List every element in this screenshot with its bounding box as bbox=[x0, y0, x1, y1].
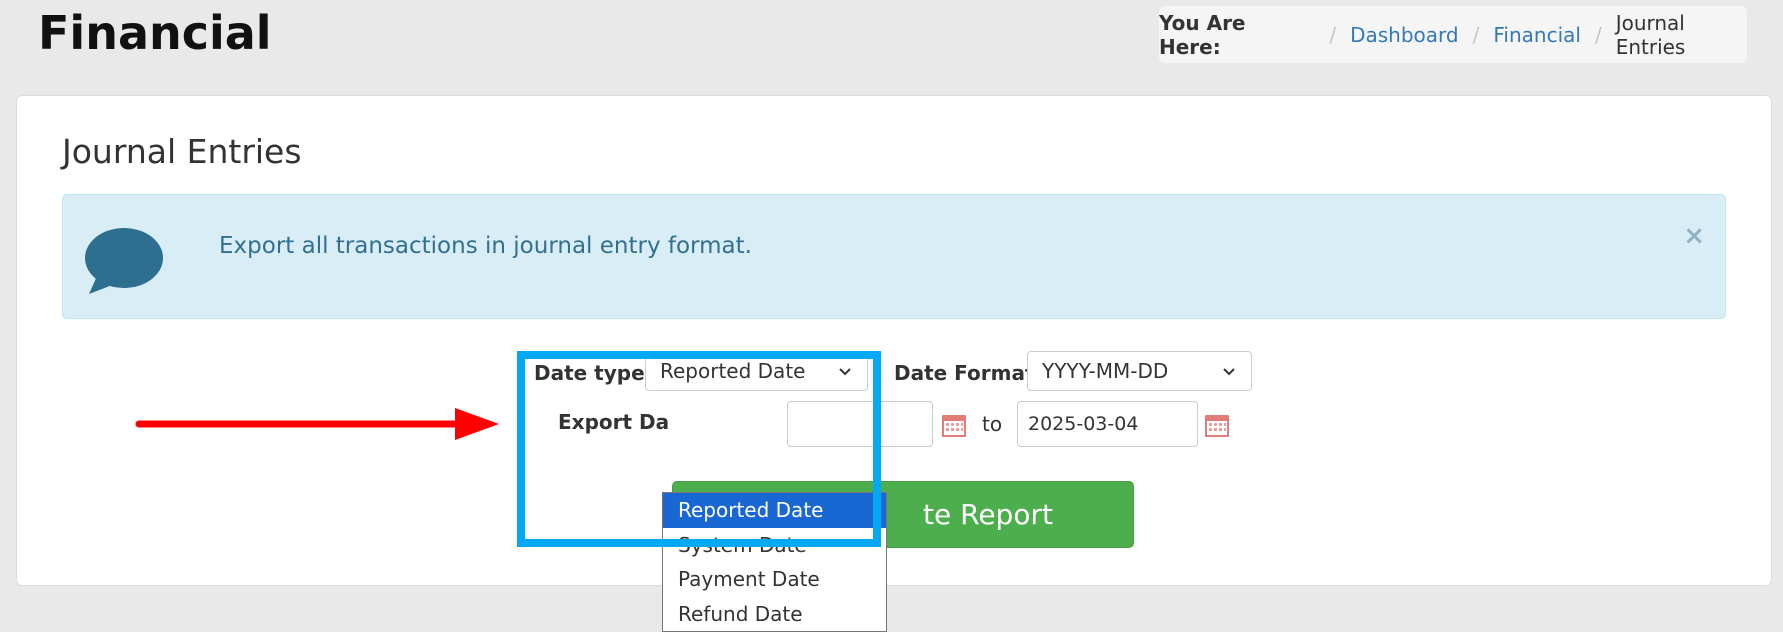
breadcrumb-separator: / bbox=[1594, 22, 1602, 47]
date-type-selected-value: Reported Date bbox=[660, 359, 806, 383]
alert-message: Export all transactions in journal entry… bbox=[219, 233, 752, 259]
date-type-dropdown-list[interactable]: Reported Date System Date Payment Date R… bbox=[662, 492, 887, 632]
calendar-icon[interactable] bbox=[1205, 413, 1229, 437]
date-format-select[interactable]: YYYY-MM-DD bbox=[1027, 351, 1252, 391]
dropdown-option-system-date[interactable]: System Date bbox=[663, 528, 886, 563]
end-date-input[interactable]: 2025-03-04 bbox=[1017, 401, 1198, 447]
breadcrumb-separator: / bbox=[1472, 22, 1480, 47]
journal-entries-panel: Journal Entries Export all transactions … bbox=[16, 95, 1772, 632]
breadcrumb-separator: / bbox=[1329, 22, 1337, 47]
date-format-selected-value: YYYY-MM-DD bbox=[1042, 359, 1169, 383]
close-icon[interactable]: × bbox=[1683, 221, 1705, 251]
chevron-down-icon bbox=[839, 368, 851, 376]
dropdown-option-refund-date[interactable]: Refund Date bbox=[663, 597, 886, 632]
speech-bubble-icon bbox=[83, 226, 165, 300]
red-arrow-annotation bbox=[135, 408, 499, 440]
generate-report-label: te Report bbox=[923, 498, 1053, 531]
dropdown-option-payment-date[interactable]: Payment Date bbox=[663, 562, 886, 597]
export-date-label: Export Da bbox=[558, 410, 670, 434]
to-label: to bbox=[982, 412, 1003, 436]
breadcrumb-link-dashboard[interactable]: Dashboard bbox=[1350, 23, 1459, 47]
breadcrumb: You Are Here: / Dashboard / Financial / … bbox=[1159, 6, 1747, 63]
end-date-value: 2025-03-04 bbox=[1028, 413, 1139, 435]
breadcrumb-label: You Are Here: bbox=[1159, 10, 1246, 59]
dropdown-option-reported-date[interactable]: Reported Date bbox=[663, 493, 886, 528]
calendar-icon[interactable] bbox=[942, 413, 966, 437]
date-type-label: Date type: bbox=[534, 361, 653, 385]
date-type-select[interactable]: Reported Date bbox=[645, 351, 868, 391]
page-title: Financial bbox=[38, 6, 272, 60]
start-date-input[interactable] bbox=[787, 401, 933, 447]
section-title: Journal Entries bbox=[62, 132, 302, 171]
breadcrumb-current: Journal Entries bbox=[1615, 10, 1686, 59]
breadcrumb-link-financial[interactable]: Financial bbox=[1493, 23, 1581, 47]
chevron-down-icon bbox=[1223, 368, 1235, 376]
date-format-label: Date Format: bbox=[894, 361, 1043, 385]
info-alert: Export all transactions in journal entry… bbox=[62, 194, 1726, 319]
